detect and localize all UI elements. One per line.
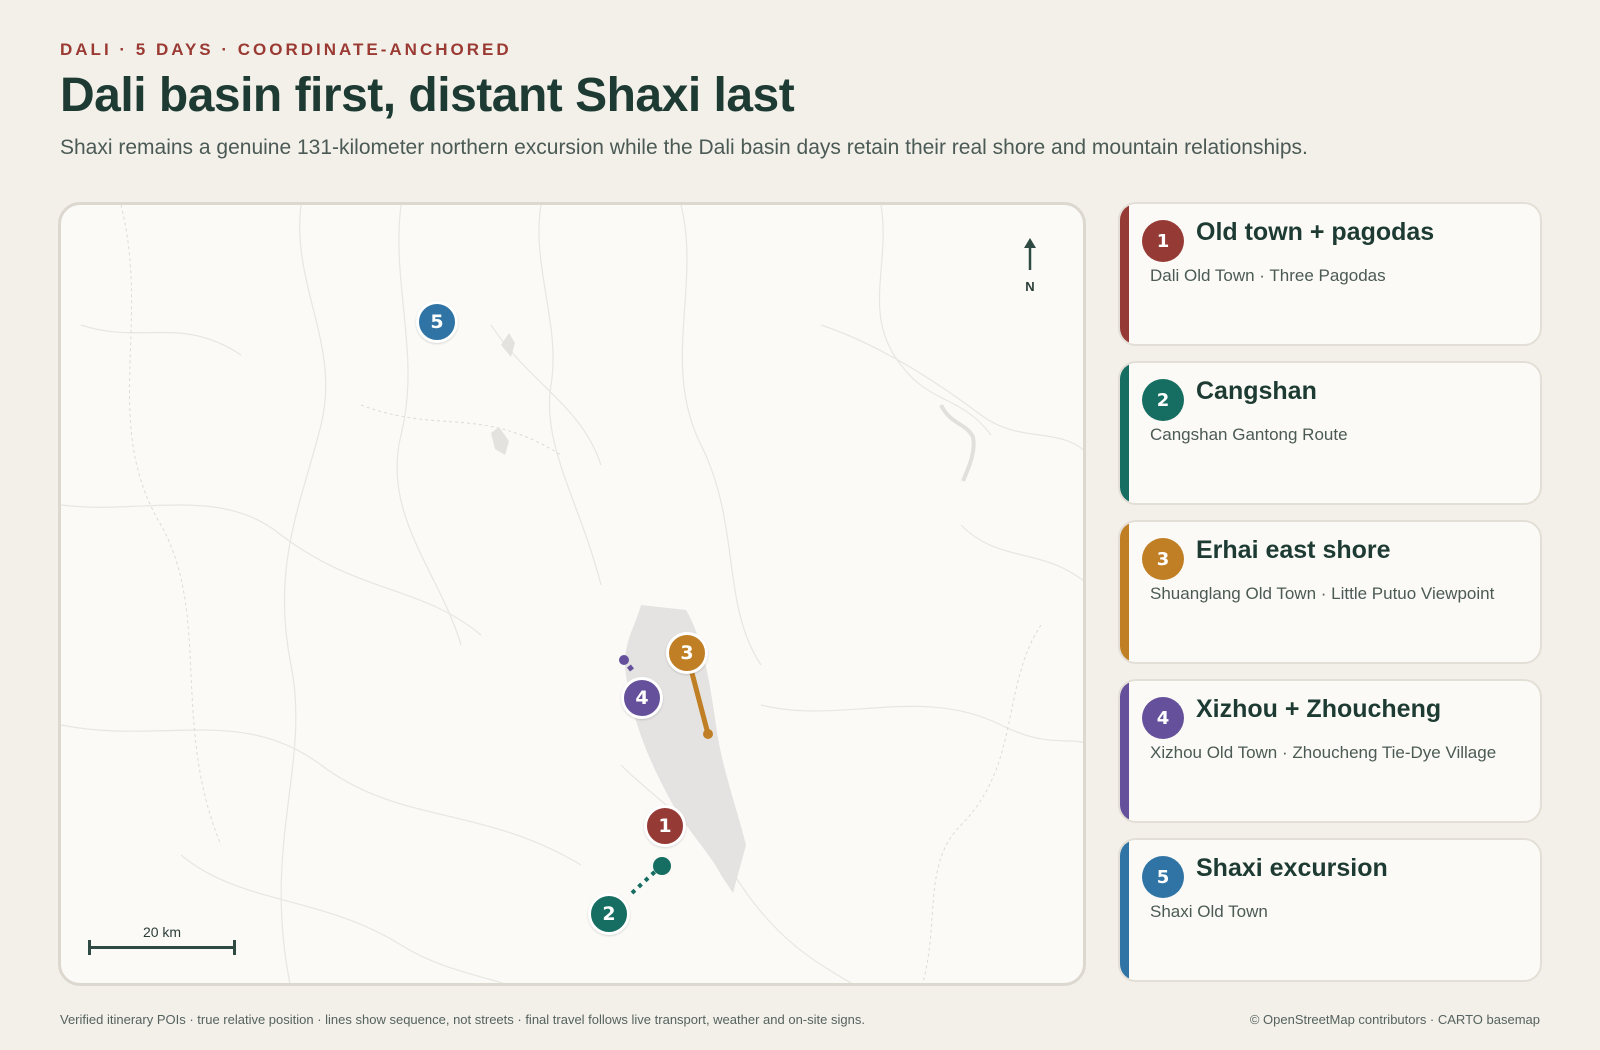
scale-bar-line <box>88 940 236 955</box>
day-cards: 1 Old town + pagodas Dali Old Town · Thr… <box>1118 202 1542 997</box>
day-badge: 2 <box>1142 379 1184 421</box>
day-card-2[interactable]: 2 Cangshan Cangshan Gantong Route <box>1118 361 1542 505</box>
day-badge: 1 <box>1142 220 1184 262</box>
day-badge: 3 <box>1142 538 1184 580</box>
day-card-1[interactable]: 1 Old town + pagodas Dali Old Town · Thr… <box>1118 202 1542 346</box>
scale-bar: 20 km <box>88 924 236 955</box>
card-accent <box>1120 840 1129 980</box>
day-places: Xizhou Old Town · Zhoucheng Tie-Dye Vill… <box>1150 743 1497 762</box>
day-title: Shaxi excursion <box>1196 854 1388 882</box>
card-accent <box>1120 204 1129 344</box>
day-places: Dali Old Town · Three Pagodas <box>1150 266 1386 285</box>
card-accent <box>1120 681 1129 821</box>
footer-attribution[interactable]: © OpenStreetMap contributors · CARTO bas… <box>1250 1012 1540 1027</box>
day-places: Shaxi Old Town <box>1150 902 1268 921</box>
day-badge: 5 <box>1142 856 1184 898</box>
map-panel[interactable] <box>58 202 1086 986</box>
card-accent <box>1120 363 1129 503</box>
day-card-5[interactable]: 5 Shaxi excursion Shaxi Old Town <box>1118 838 1542 982</box>
day-title: Cangshan <box>1196 377 1317 405</box>
day-card-4[interactable]: 4 Xizhou + Zhoucheng Xizhou Old Town · Z… <box>1118 679 1542 823</box>
north-arrow-icon <box>1024 238 1036 270</box>
day-title: Xizhou + Zhoucheng <box>1196 695 1442 723</box>
page-title: Dali basin first, distant Shaxi last <box>60 69 795 122</box>
day-places: Cangshan Gantong Route <box>1150 425 1348 444</box>
north-arrow: N <box>1018 238 1042 294</box>
eyebrow: DALI · 5 DAYS · COORDINATE-ANCHORED <box>60 40 512 59</box>
map-marker-day-1[interactable]: 1 <box>644 805 686 847</box>
basemap <box>61 205 1083 983</box>
day-title: Erhai east shore <box>1196 536 1391 564</box>
day-places: Shuanglang Old Town · Little Putuo Viewp… <box>1150 584 1495 603</box>
day-card-3[interactable]: 3 Erhai east shore Shuanglang Old Town ·… <box>1118 520 1542 664</box>
map-marker-day-5[interactable]: 5 <box>416 301 458 343</box>
north-label: N <box>1025 279 1035 294</box>
scale-label: 20 km <box>142 924 182 940</box>
day-title: Old town + pagodas <box>1196 218 1435 246</box>
page-subtitle: Shaxi remains a genuine 131-kilometer no… <box>60 136 1308 159</box>
map-marker-day-2[interactable]: 2 <box>588 893 630 935</box>
map-marker-day-3[interactable]: 3 <box>666 632 708 674</box>
map-marker-day-4[interactable]: 4 <box>621 677 663 719</box>
day-badge: 4 <box>1142 697 1184 739</box>
card-accent <box>1120 522 1129 662</box>
footer-note: Verified itinerary POIs · true relative … <box>60 1012 865 1027</box>
